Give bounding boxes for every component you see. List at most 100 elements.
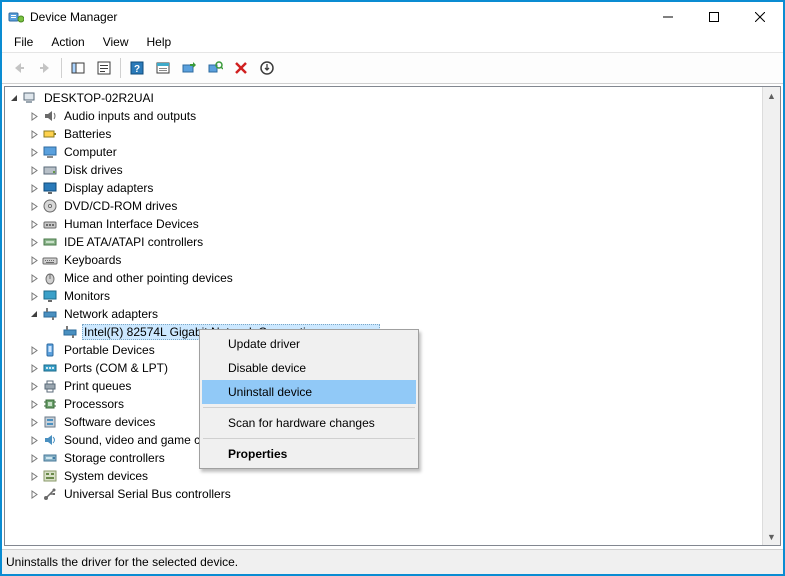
- ctx-update-driver[interactable]: Update driver: [202, 332, 416, 356]
- expand-icon[interactable]: [27, 253, 42, 268]
- dvd-icon: [42, 198, 58, 214]
- expand-icon[interactable]: [27, 217, 42, 232]
- tree-category-usb-label: Universal Serial Bus controllers: [62, 487, 233, 501]
- tree-category-ide[interactable]: IDE ATA/ATAPI controllers: [5, 233, 780, 251]
- expand-icon[interactable]: [27, 181, 42, 196]
- tree-category-disk[interactable]: Disk drives: [5, 161, 780, 179]
- tree-category-mice-label: Mice and other pointing devices: [62, 271, 235, 285]
- expand-icon[interactable]: [27, 145, 42, 160]
- device-manager-window: Device Manager File Action View Help: [0, 0, 785, 576]
- maximize-button[interactable]: [691, 2, 737, 32]
- tree-category-computer-label: Computer: [62, 145, 119, 159]
- tree-category-monitors-label: Monitors: [62, 289, 112, 303]
- tree-category-dvd-label: DVD/CD-ROM drives: [62, 199, 179, 213]
- tree-category-audio-label: Audio inputs and outputs: [62, 109, 198, 123]
- tree-category-mice[interactable]: Mice and other pointing devices: [5, 269, 780, 287]
- tree-category-display-label: Display adapters: [62, 181, 155, 195]
- tree-root[interactable]: DESKTOP-02R2UAI: [5, 89, 780, 107]
- menubar: File Action View Help: [2, 32, 783, 53]
- scrollbar-vertical[interactable]: ▲ ▼: [762, 87, 780, 545]
- expand-icon[interactable]: [27, 199, 42, 214]
- ctx-uninstall-device[interactable]: Uninstall device: [202, 380, 416, 404]
- ctx-disable-device[interactable]: Disable device: [202, 356, 416, 380]
- toolbar-forward-button[interactable]: [32, 55, 58, 81]
- expand-icon[interactable]: [27, 451, 42, 466]
- port-icon: [42, 360, 58, 376]
- ctx-separator: [203, 407, 415, 408]
- expand-icon[interactable]: [27, 163, 42, 178]
- tree-category-cpu-label: Processors: [62, 397, 126, 411]
- svg-text:?: ?: [134, 64, 140, 75]
- network-icon: [62, 324, 78, 340]
- printer-icon: [42, 378, 58, 394]
- toolbar-add-legacy-button[interactable]: [254, 55, 280, 81]
- expand-icon[interactable]: [27, 415, 42, 430]
- toolbar-back-button[interactable]: [6, 55, 32, 81]
- expand-icon[interactable]: [27, 289, 42, 304]
- tree-category-audio[interactable]: Audio inputs and outputs: [5, 107, 780, 125]
- context-menu: Update driver Disable device Uninstall d…: [199, 329, 419, 469]
- storage-icon: [42, 450, 58, 466]
- window-controls: [645, 2, 783, 32]
- ctx-properties[interactable]: Properties: [202, 442, 416, 466]
- toolbar-scan-hardware-button[interactable]: [202, 55, 228, 81]
- tree-category-dvd[interactable]: DVD/CD-ROM drives: [5, 197, 780, 215]
- expand-icon[interactable]: [27, 361, 42, 376]
- tree-category-hid[interactable]: Human Interface Devices: [5, 215, 780, 233]
- expand-icon[interactable]: [27, 379, 42, 394]
- expand-icon[interactable]: [27, 109, 42, 124]
- tree-category-display[interactable]: Display adapters: [5, 179, 780, 197]
- statusbar: Uninstalls the driver for the selected d…: [2, 549, 783, 574]
- collapse-icon[interactable]: [27, 307, 42, 322]
- toolbar-uninstall-button[interactable]: [228, 55, 254, 81]
- monitor-icon: [42, 288, 58, 304]
- expand-icon[interactable]: [27, 127, 42, 142]
- ctx-scan-hardware[interactable]: Scan for hardware changes: [202, 411, 416, 435]
- disk-icon: [42, 162, 58, 178]
- tree-category-keyboards[interactable]: Keyboards: [5, 251, 780, 269]
- minimize-button[interactable]: [645, 2, 691, 32]
- tree-category-hid-label: Human Interface Devices: [62, 217, 201, 231]
- scrollbar-up-arrow[interactable]: ▲: [763, 87, 780, 104]
- expand-icon[interactable]: [27, 469, 42, 484]
- tree-category-monitors[interactable]: Monitors: [5, 287, 780, 305]
- toolbar-help-button[interactable]: ?: [124, 55, 150, 81]
- expand-icon[interactable]: [27, 343, 42, 358]
- tree-category-network[interactable]: Network adapters: [5, 305, 780, 323]
- device-tree[interactable]: DESKTOP-02R2UAI Audio inputs and outputs B…: [4, 86, 781, 546]
- tree-root-label: DESKTOP-02R2UAI: [42, 91, 156, 105]
- expand-icon[interactable]: [27, 235, 42, 250]
- expand-icon: [47, 325, 62, 340]
- toolbar-show-hidden-button[interactable]: [150, 55, 176, 81]
- menu-action[interactable]: Action: [43, 34, 92, 50]
- tree-category-system-label: System devices: [62, 469, 150, 483]
- expand-icon[interactable]: [27, 271, 42, 286]
- mouse-icon: [42, 270, 58, 286]
- tree-category-disk-label: Disk drives: [62, 163, 125, 177]
- menu-help[interactable]: Help: [139, 34, 180, 50]
- scrollbar-down-arrow[interactable]: ▼: [763, 528, 780, 545]
- network-icon: [42, 306, 58, 322]
- tree-category-ports-label: Ports (COM & LPT): [62, 361, 170, 375]
- expand-icon[interactable]: [27, 397, 42, 412]
- toolbar-console-tree-button[interactable]: [65, 55, 91, 81]
- tree-category-computer[interactable]: Computer: [5, 143, 780, 161]
- toolbar-properties-button[interactable]: [91, 55, 117, 81]
- tree-category-ide-label: IDE ATA/ATAPI controllers: [62, 235, 205, 249]
- toolbar-update-driver-button[interactable]: [176, 55, 202, 81]
- window-title: Device Manager: [30, 10, 117, 24]
- computer-root-icon: [22, 90, 38, 106]
- close-button[interactable]: [737, 2, 783, 32]
- menu-file[interactable]: File: [6, 34, 41, 50]
- expand-icon[interactable]: [27, 433, 42, 448]
- keyboard-icon: [42, 252, 58, 268]
- expand-icon[interactable]: [27, 487, 42, 502]
- menu-view[interactable]: View: [95, 34, 137, 50]
- tree-category-batteries-label: Batteries: [62, 127, 113, 141]
- tree-category-batteries[interactable]: Batteries: [5, 125, 780, 143]
- collapse-icon[interactable]: [7, 91, 22, 106]
- tree-category-usb[interactable]: Universal Serial Bus controllers: [5, 485, 780, 503]
- tree-category-keyboards-label: Keyboards: [62, 253, 123, 267]
- sound-icon: [42, 432, 58, 448]
- tree-category-system[interactable]: System devices: [5, 467, 780, 485]
